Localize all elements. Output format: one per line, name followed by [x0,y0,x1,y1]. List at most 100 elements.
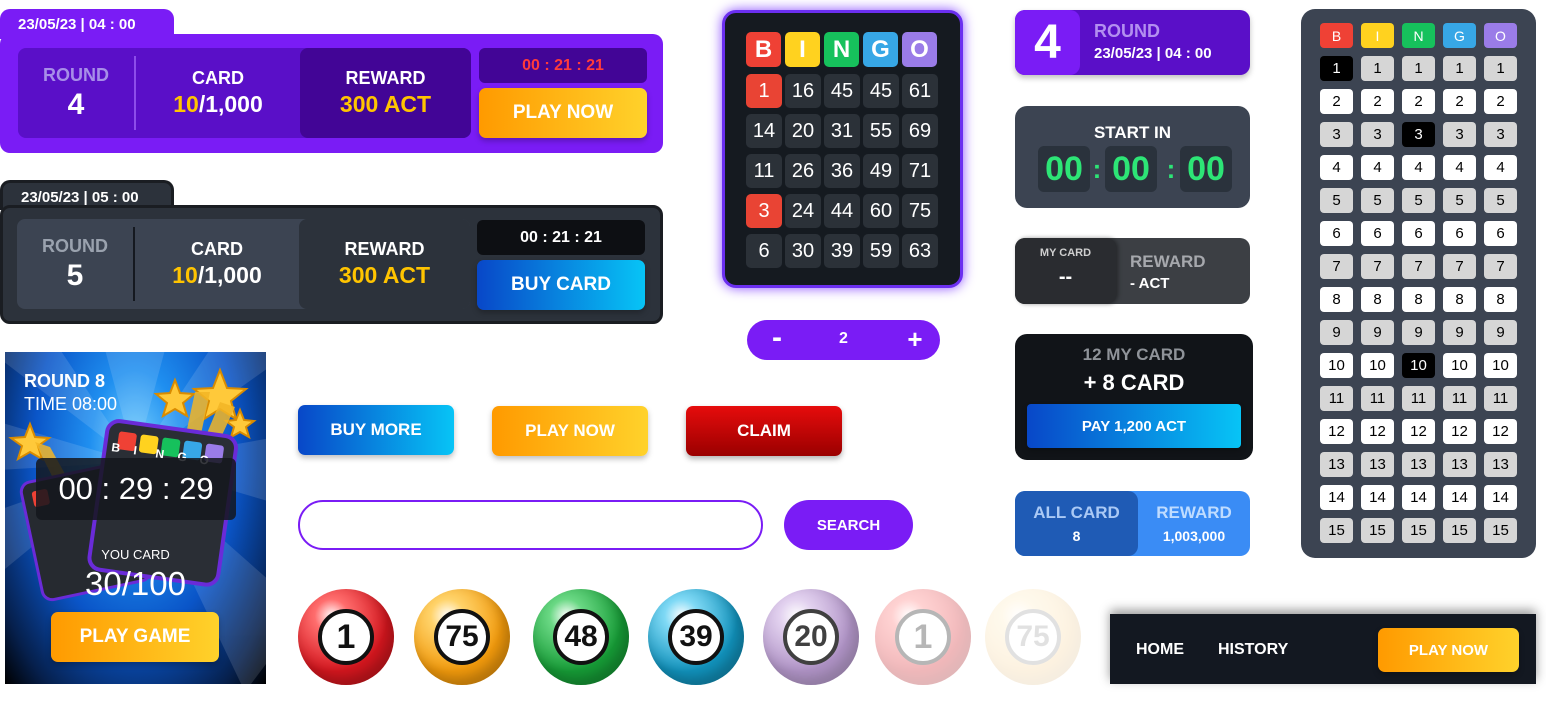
grid-number-cell[interactable]: 15 [1484,518,1517,543]
grid-number-cell[interactable]: 9 [1443,320,1476,345]
grid-number-cell[interactable]: 4 [1320,155,1353,180]
grid-number-cell[interactable]: 6 [1320,221,1353,246]
bingo-cell[interactable]: 26 [785,154,821,188]
bingo-cell[interactable]: 30 [785,234,821,268]
nav-home[interactable]: HOME [1136,641,1184,659]
bingo-cell[interactable]: 14 [746,114,782,148]
grid-number-cell[interactable]: 3 [1361,122,1394,147]
grid-number-cell[interactable]: 12 [1320,419,1353,444]
grid-number-cell[interactable]: 7 [1320,254,1353,279]
grid-number-cell[interactable]: 6 [1361,221,1394,246]
grid-number-cell[interactable]: 13 [1402,452,1435,477]
buy-more-button[interactable]: BUY MORE [298,405,454,455]
grid-number-cell[interactable]: 3 [1443,122,1476,147]
bingo-cell[interactable]: 45 [824,74,860,108]
grid-number-cell[interactable]: 7 [1402,254,1435,279]
grid-number-cell[interactable]: 14 [1443,485,1476,510]
grid-number-cell[interactable]: 13 [1484,452,1517,477]
bingo-cell[interactable]: 1 [746,74,782,108]
bingo-cell[interactable]: 49 [863,154,899,188]
grid-number-cell[interactable]: 12 [1361,419,1394,444]
grid-number-cell[interactable]: 4 [1484,155,1517,180]
grid-number-cell[interactable]: 1 [1443,56,1476,81]
grid-number-cell[interactable]: 15 [1443,518,1476,543]
bingo-cell[interactable]: 31 [824,114,860,148]
grid-number-cell[interactable]: 10 [1320,353,1353,378]
minus-button[interactable]: - [759,323,795,356]
bingo-cell[interactable]: 36 [824,154,860,188]
grid-number-cell[interactable]: 15 [1320,518,1353,543]
grid-number-cell[interactable]: 10 [1484,353,1517,378]
grid-number-cell[interactable]: 5 [1402,188,1435,213]
grid-number-cell[interactable]: 15 [1361,518,1394,543]
grid-number-cell[interactable]: 12 [1402,419,1435,444]
grid-number-cell[interactable]: 13 [1361,452,1394,477]
search-button[interactable]: SEARCH [784,500,913,550]
play-game-button[interactable]: PLAY GAME [51,612,219,662]
grid-number-cell[interactable]: 10 [1361,353,1394,378]
bingo-cell[interactable]: 61 [902,74,938,108]
bingo-cell[interactable]: 3 [746,194,782,228]
quantity-value[interactable]: 2 [817,330,870,350]
bingo-cell[interactable]: 69 [902,114,938,148]
play-now-button[interactable]: PLAY NOW [479,88,647,138]
grid-number-cell[interactable]: 3 [1402,122,1435,147]
pay-button[interactable]: PAY 1,200 ACT [1027,404,1241,448]
grid-number-cell[interactable]: 10 [1443,353,1476,378]
grid-number-cell[interactable]: 9 [1402,320,1435,345]
buy-card-button[interactable]: BUY CARD [477,260,645,310]
grid-number-cell[interactable]: 14 [1402,485,1435,510]
grid-number-cell[interactable]: 8 [1443,287,1476,312]
grid-number-cell[interactable]: 12 [1443,419,1476,444]
grid-number-cell[interactable]: 9 [1320,320,1353,345]
bingo-cell[interactable]: 59 [863,234,899,268]
grid-number-cell[interactable]: 5 [1484,188,1517,213]
bingo-cell[interactable]: 45 [863,74,899,108]
grid-number-cell[interactable]: 11 [1402,386,1435,411]
grid-number-cell[interactable]: 2 [1361,89,1394,114]
search-input[interactable] [298,500,763,550]
grid-number-cell[interactable]: 11 [1443,386,1476,411]
grid-number-cell[interactable]: 8 [1484,287,1517,312]
grid-number-cell[interactable]: 2 [1443,89,1476,114]
grid-number-cell[interactable]: 11 [1484,386,1517,411]
bingo-cell[interactable]: 39 [824,234,860,268]
grid-number-cell[interactable]: 3 [1484,122,1517,147]
play-now-button[interactable]: PLAY NOW [492,406,648,456]
bingo-cell[interactable]: 16 [785,74,821,108]
grid-number-cell[interactable]: 8 [1402,287,1435,312]
grid-number-cell[interactable]: 10 [1402,353,1435,378]
grid-number-cell[interactable]: 2 [1320,89,1353,114]
grid-number-cell[interactable]: 6 [1443,221,1476,246]
grid-number-cell[interactable]: 1 [1402,56,1435,81]
bingo-cell[interactable]: 75 [902,194,938,228]
bingo-cell[interactable]: 44 [824,194,860,228]
grid-number-cell[interactable]: 1 [1484,56,1517,81]
grid-number-cell[interactable]: 12 [1484,419,1517,444]
grid-number-cell[interactable]: 11 [1361,386,1394,411]
grid-number-cell[interactable]: 1 [1361,56,1394,81]
bingo-cell[interactable]: 24 [785,194,821,228]
grid-number-cell[interactable]: 8 [1361,287,1394,312]
grid-number-cell[interactable]: 6 [1484,221,1517,246]
grid-number-cell[interactable]: 6 [1402,221,1435,246]
grid-number-cell[interactable]: 13 [1320,452,1353,477]
bingo-cell[interactable]: 63 [902,234,938,268]
grid-number-cell[interactable]: 2 [1402,89,1435,114]
grid-number-cell[interactable]: 14 [1361,485,1394,510]
grid-number-cell[interactable]: 15 [1402,518,1435,543]
grid-number-cell[interactable]: 7 [1361,254,1394,279]
bingo-cell[interactable]: 11 [746,154,782,188]
grid-number-cell[interactable]: 9 [1361,320,1394,345]
grid-number-cell[interactable]: 13 [1443,452,1476,477]
grid-number-cell[interactable]: 3 [1320,122,1353,147]
bingo-cell[interactable]: 71 [902,154,938,188]
bingo-cell[interactable]: 55 [863,114,899,148]
grid-number-cell[interactable]: 4 [1402,155,1435,180]
grid-number-cell[interactable]: 4 [1361,155,1394,180]
bingo-cell[interactable]: 6 [746,234,782,268]
grid-number-cell[interactable]: 5 [1320,188,1353,213]
grid-number-cell[interactable]: 9 [1484,320,1517,345]
grid-number-cell[interactable]: 1 [1320,56,1353,81]
nav-play-now-button[interactable]: PLAY NOW [1378,628,1519,672]
